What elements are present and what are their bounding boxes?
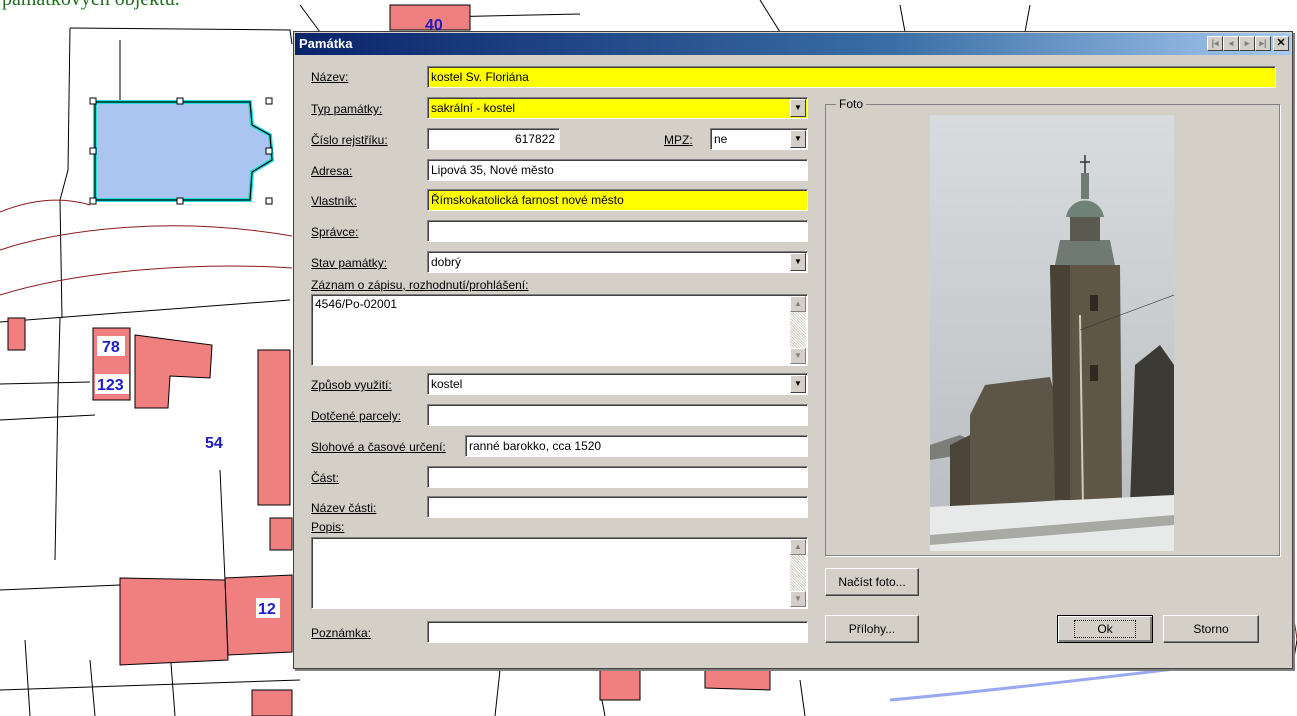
prilohy-button[interactable]: Přílohy... bbox=[825, 615, 919, 643]
label-cislo-rejstriku: Číslo rejstříku: bbox=[311, 133, 388, 147]
adresa-field[interactable]: Lipová 35, Nové město bbox=[427, 159, 808, 181]
chevron-down-icon[interactable]: ▼ bbox=[790, 130, 806, 148]
pamatka-dialog: Památka |◂ ◂ ▸ ▸| ✕ Název: kostel Sv. Fl… bbox=[293, 31, 1293, 669]
zpusob-vyuziti-select[interactable]: kostel ▼ bbox=[427, 373, 808, 395]
dialog-titlebar[interactable]: Památka |◂ ◂ ▸ ▸| ✕ bbox=[295, 33, 1291, 55]
stav-pamatky-value: dobrý bbox=[431, 255, 462, 269]
map-label-12: 12 bbox=[258, 601, 276, 618]
mpz-value: ne bbox=[714, 132, 728, 146]
cislo-rejstriku-field[interactable]: 617822 bbox=[427, 128, 560, 150]
zpusob-vyuziti-value: kostel bbox=[431, 377, 463, 391]
close-icon[interactable]: ✕ bbox=[1273, 36, 1289, 51]
poznamka-field[interactable] bbox=[427, 621, 808, 643]
ok-button[interactable]: Ok bbox=[1057, 615, 1153, 643]
vlastnik-field[interactable]: Římskokatolická farnost nové město bbox=[427, 189, 808, 211]
typ-pamatky-value: sakrální - kostel bbox=[431, 101, 516, 115]
scroll-down-icon[interactable]: ▼ bbox=[790, 348, 806, 364]
previous-record-icon[interactable]: ◂ bbox=[1223, 36, 1239, 51]
scroll-up-icon[interactable]: ▲ bbox=[790, 539, 806, 555]
label-cast: Část: bbox=[311, 471, 340, 485]
label-typ-pamatky: Typ památky: bbox=[311, 102, 383, 116]
cast-field[interactable] bbox=[427, 466, 808, 488]
label-nazev-casti: Název části: bbox=[311, 501, 377, 515]
foto-label: Foto bbox=[836, 97, 867, 111]
popis-scrollbar[interactable]: ▲ ▼ bbox=[790, 539, 806, 607]
dotcene-parcely-field[interactable] bbox=[427, 404, 808, 426]
label-slohove-urceni: Slohové a časové určení: bbox=[311, 440, 446, 454]
next-record-icon[interactable]: ▸ bbox=[1239, 36, 1255, 51]
last-record-icon[interactable]: ▸| bbox=[1255, 36, 1271, 51]
label-mpz: MPZ: bbox=[664, 133, 693, 147]
map-label-54: 54 bbox=[205, 435, 223, 452]
foto-group: Foto bbox=[825, 97, 1280, 556]
chevron-down-icon[interactable]: ▼ bbox=[790, 99, 806, 117]
typ-pamatky-select[interactable]: sakrální - kostel ▼ bbox=[427, 97, 808, 119]
zaznam-value: 4546/Po-02001 bbox=[315, 297, 398, 311]
label-zpusob-vyuziti: Způsob využití: bbox=[311, 378, 392, 392]
scroll-up-icon[interactable]: ▲ bbox=[790, 296, 806, 312]
ok-button-label: Ok bbox=[1074, 620, 1136, 638]
slohove-urceni-field[interactable]: ranné barokko, cca 1520 bbox=[465, 435, 808, 457]
label-popis: Popis: bbox=[311, 520, 345, 534]
storno-button[interactable]: Storno bbox=[1163, 615, 1259, 643]
label-adresa: Adresa: bbox=[311, 164, 353, 178]
church-photo bbox=[930, 115, 1174, 551]
label-spravce: Správce: bbox=[311, 225, 359, 239]
label-vlastnik: Vlastník: bbox=[311, 194, 358, 208]
zaznam-scrollbar[interactable]: ▲ ▼ bbox=[790, 296, 806, 364]
nacist-foto-button[interactable]: Načíst foto... bbox=[825, 568, 919, 596]
label-zaznam: Záznam o zápisu, rozhodnutí/prohlášení: bbox=[311, 278, 529, 292]
spravce-field[interactable] bbox=[427, 220, 808, 242]
mpz-select[interactable]: ne ▼ bbox=[710, 128, 808, 150]
nazev-casti-field[interactable] bbox=[427, 496, 808, 518]
label-poznamka: Poznámka: bbox=[311, 626, 372, 640]
label-dotcene-parcely: Dotčené parcely: bbox=[311, 409, 402, 423]
selected-church-polygon bbox=[93, 100, 275, 202]
map-label-123: 123 bbox=[97, 377, 124, 394]
first-record-icon[interactable]: |◂ bbox=[1207, 36, 1223, 51]
chevron-down-icon[interactable]: ▼ bbox=[790, 253, 806, 271]
chevron-down-icon[interactable]: ▼ bbox=[790, 375, 806, 393]
popis-textarea[interactable]: ▲ ▼ bbox=[311, 537, 808, 609]
dialog-title: Památka bbox=[299, 36, 353, 51]
nazev-field[interactable]: kostel Sv. Floriána bbox=[427, 66, 1276, 88]
label-nazev: Název: bbox=[311, 70, 349, 84]
map-label-78: 78 bbox=[102, 339, 120, 356]
titlebar-buttons: |◂ ◂ ▸ ▸| ✕ bbox=[1207, 36, 1289, 51]
zaznam-textarea[interactable]: 4546/Po-02001 ▲ ▼ bbox=[311, 294, 808, 366]
label-stav-pamatky: Stav památky: bbox=[311, 256, 388, 270]
scroll-down-icon[interactable]: ▼ bbox=[790, 591, 806, 607]
stav-pamatky-select[interactable]: dobrý ▼ bbox=[427, 251, 808, 273]
